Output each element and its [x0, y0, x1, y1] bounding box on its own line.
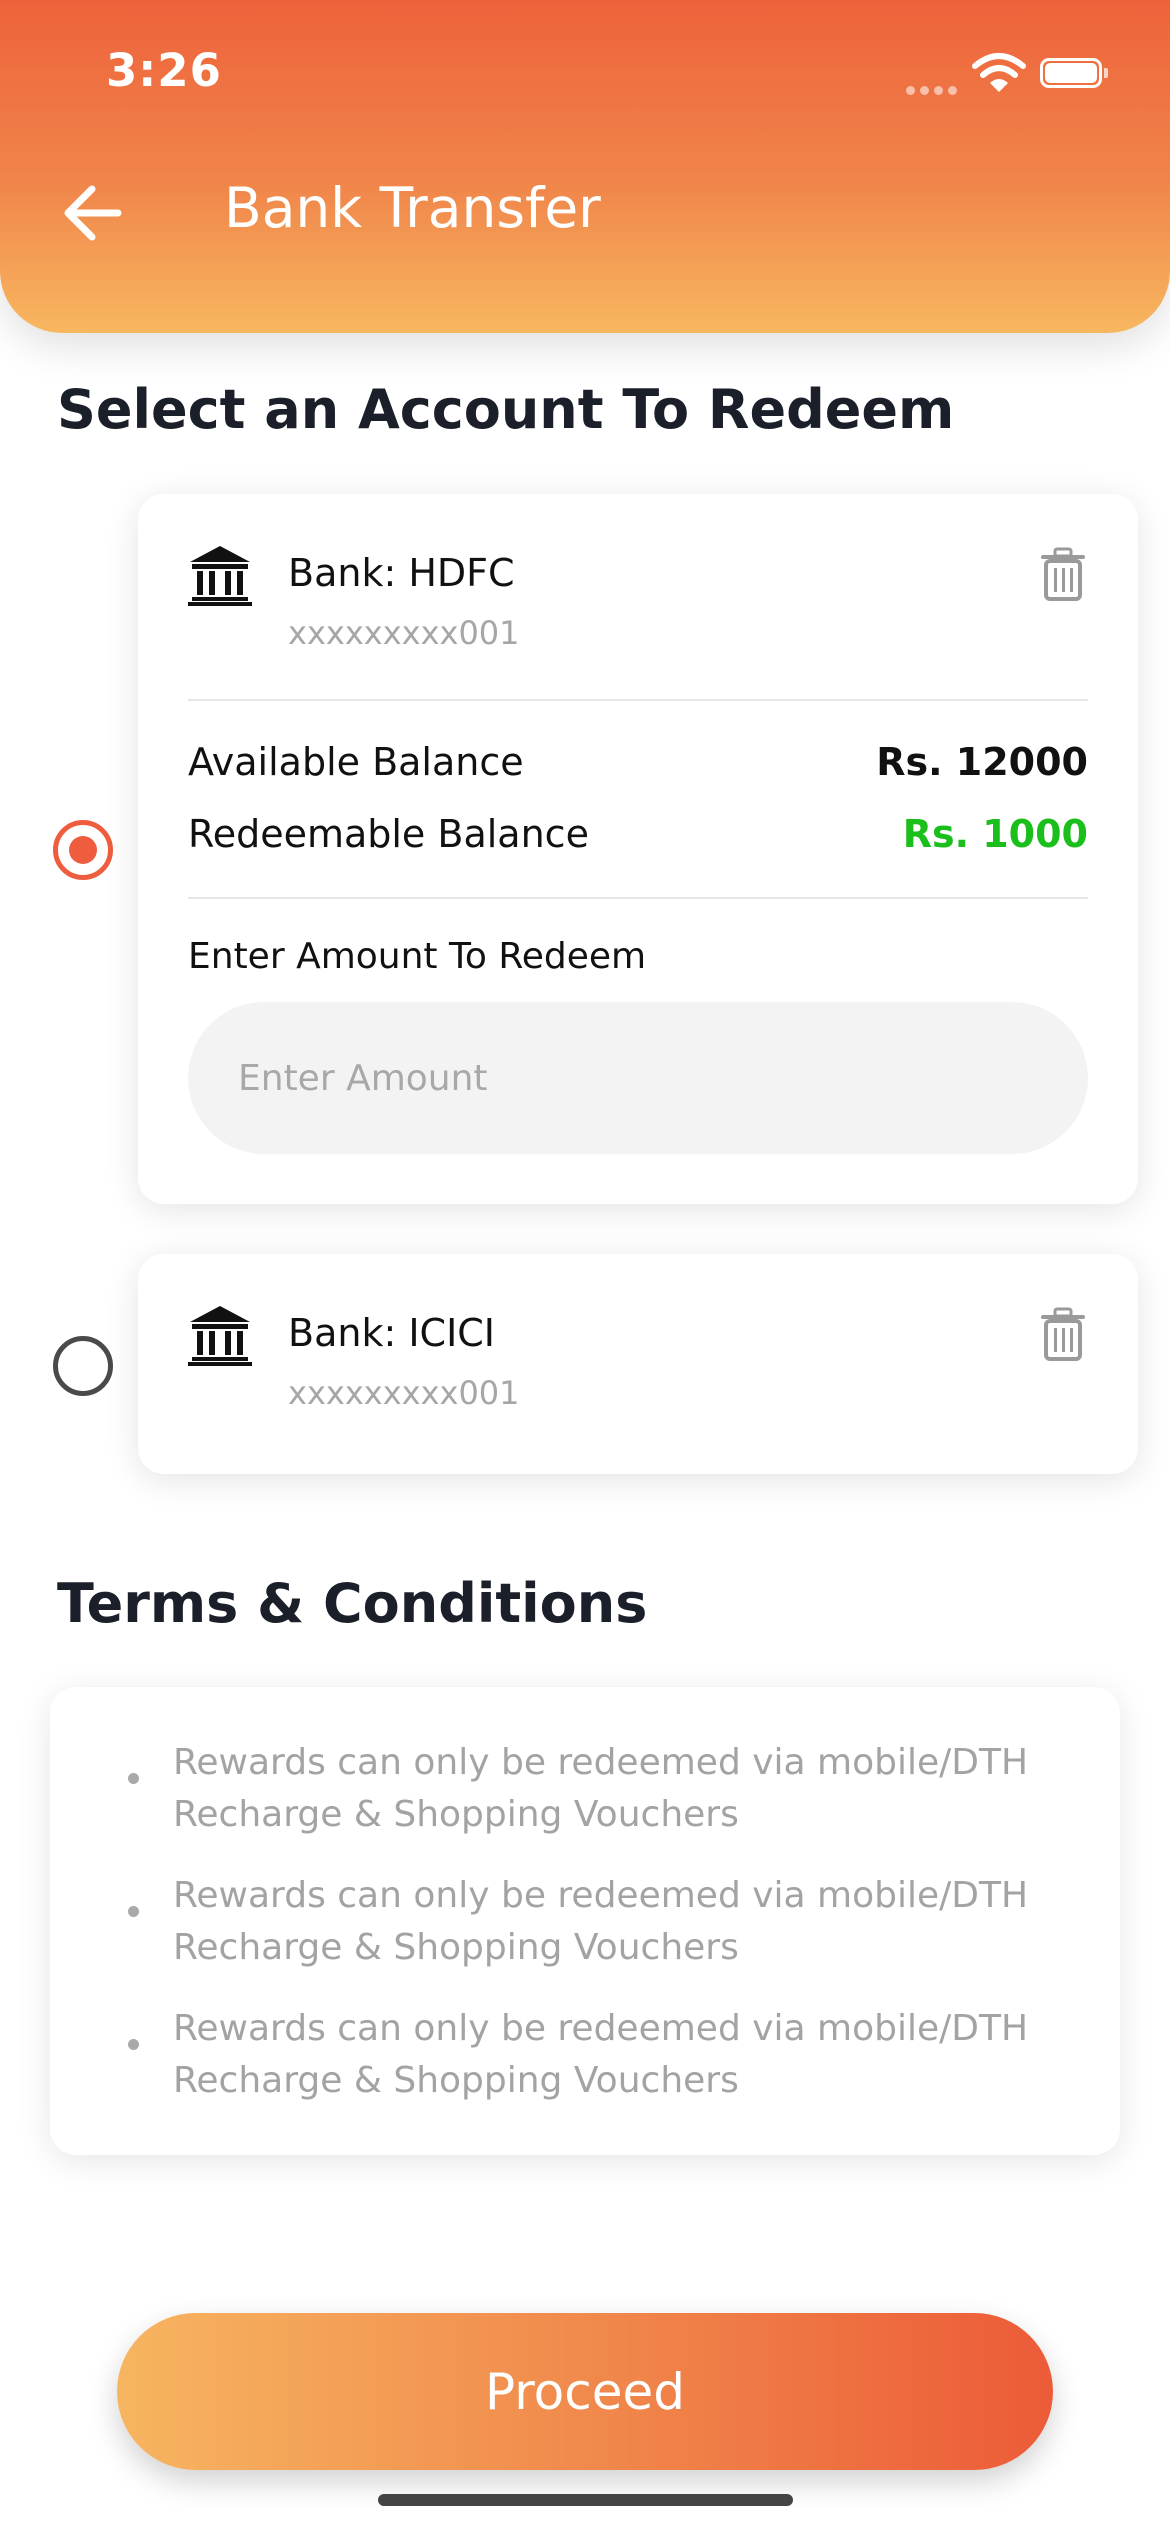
- bullet: [128, 2039, 139, 2050]
- back-arrow-icon[interactable]: [58, 178, 128, 248]
- page-title: Bank Transfer: [224, 176, 601, 240]
- bank-building-icon: [188, 1306, 252, 1366]
- select-account-heading: Select an Account To Redeem: [57, 378, 955, 441]
- term-text: Rewards can only be redeemed via mobile/…: [173, 1875, 1029, 1968]
- home-indicator: [378, 2494, 793, 2506]
- bank-name: Bank: HDFC: [288, 551, 515, 595]
- account-radio-icici[interactable]: [53, 1336, 113, 1396]
- bullet: [128, 1773, 139, 1784]
- term-text: Rewards can only be redeemed via mobile/…: [173, 2008, 1029, 2101]
- divider: [188, 897, 1088, 899]
- app-header: 3:26 Bank Transfer: [0, 0, 1170, 333]
- trash-icon[interactable]: [1038, 1306, 1088, 1362]
- account-number: xxxxxxxxx001: [288, 1374, 520, 1412]
- bank-building-icon: [188, 546, 252, 606]
- battery-icon: [1040, 58, 1110, 92]
- wifi-icon: [972, 53, 1026, 92]
- terms-heading: Terms & Conditions: [57, 1572, 648, 1635]
- redeemable-balance-label: Redeemable Balance: [188, 812, 589, 856]
- divider: [188, 699, 1088, 701]
- account-card-icici[interactable]: Bank: ICICI xxxxxxxxx001: [138, 1254, 1138, 1474]
- account-card-hdfc[interactable]: Bank: HDFC xxxxxxxxx001 Available Balanc…: [138, 494, 1138, 1204]
- account-number: xxxxxxxxx001: [288, 614, 520, 652]
- available-balance-label: Available Balance: [188, 740, 524, 784]
- amount-to-redeem-label: Enter Amount To Redeem: [188, 936, 647, 977]
- terms-box: Rewards can only be redeemed via mobile/…: [50, 1687, 1120, 2155]
- cellular-signal-icon: [906, 80, 962, 99]
- bullet: [128, 1906, 139, 1917]
- proceed-button[interactable]: Proceed: [117, 2313, 1053, 2470]
- amount-input[interactable]: [188, 1002, 1088, 1154]
- term-text: Rewards can only be redeemed via mobile/…: [173, 1742, 1029, 1835]
- available-balance-value: Rs. 12000: [876, 740, 1088, 784]
- account-radio-hdfc[interactable]: [53, 820, 113, 880]
- trash-icon[interactable]: [1038, 546, 1088, 602]
- bank-name: Bank: ICICI: [288, 1311, 496, 1355]
- status-time: 3:26: [106, 44, 222, 97]
- redeemable-balance-value: Rs. 1000: [902, 812, 1088, 856]
